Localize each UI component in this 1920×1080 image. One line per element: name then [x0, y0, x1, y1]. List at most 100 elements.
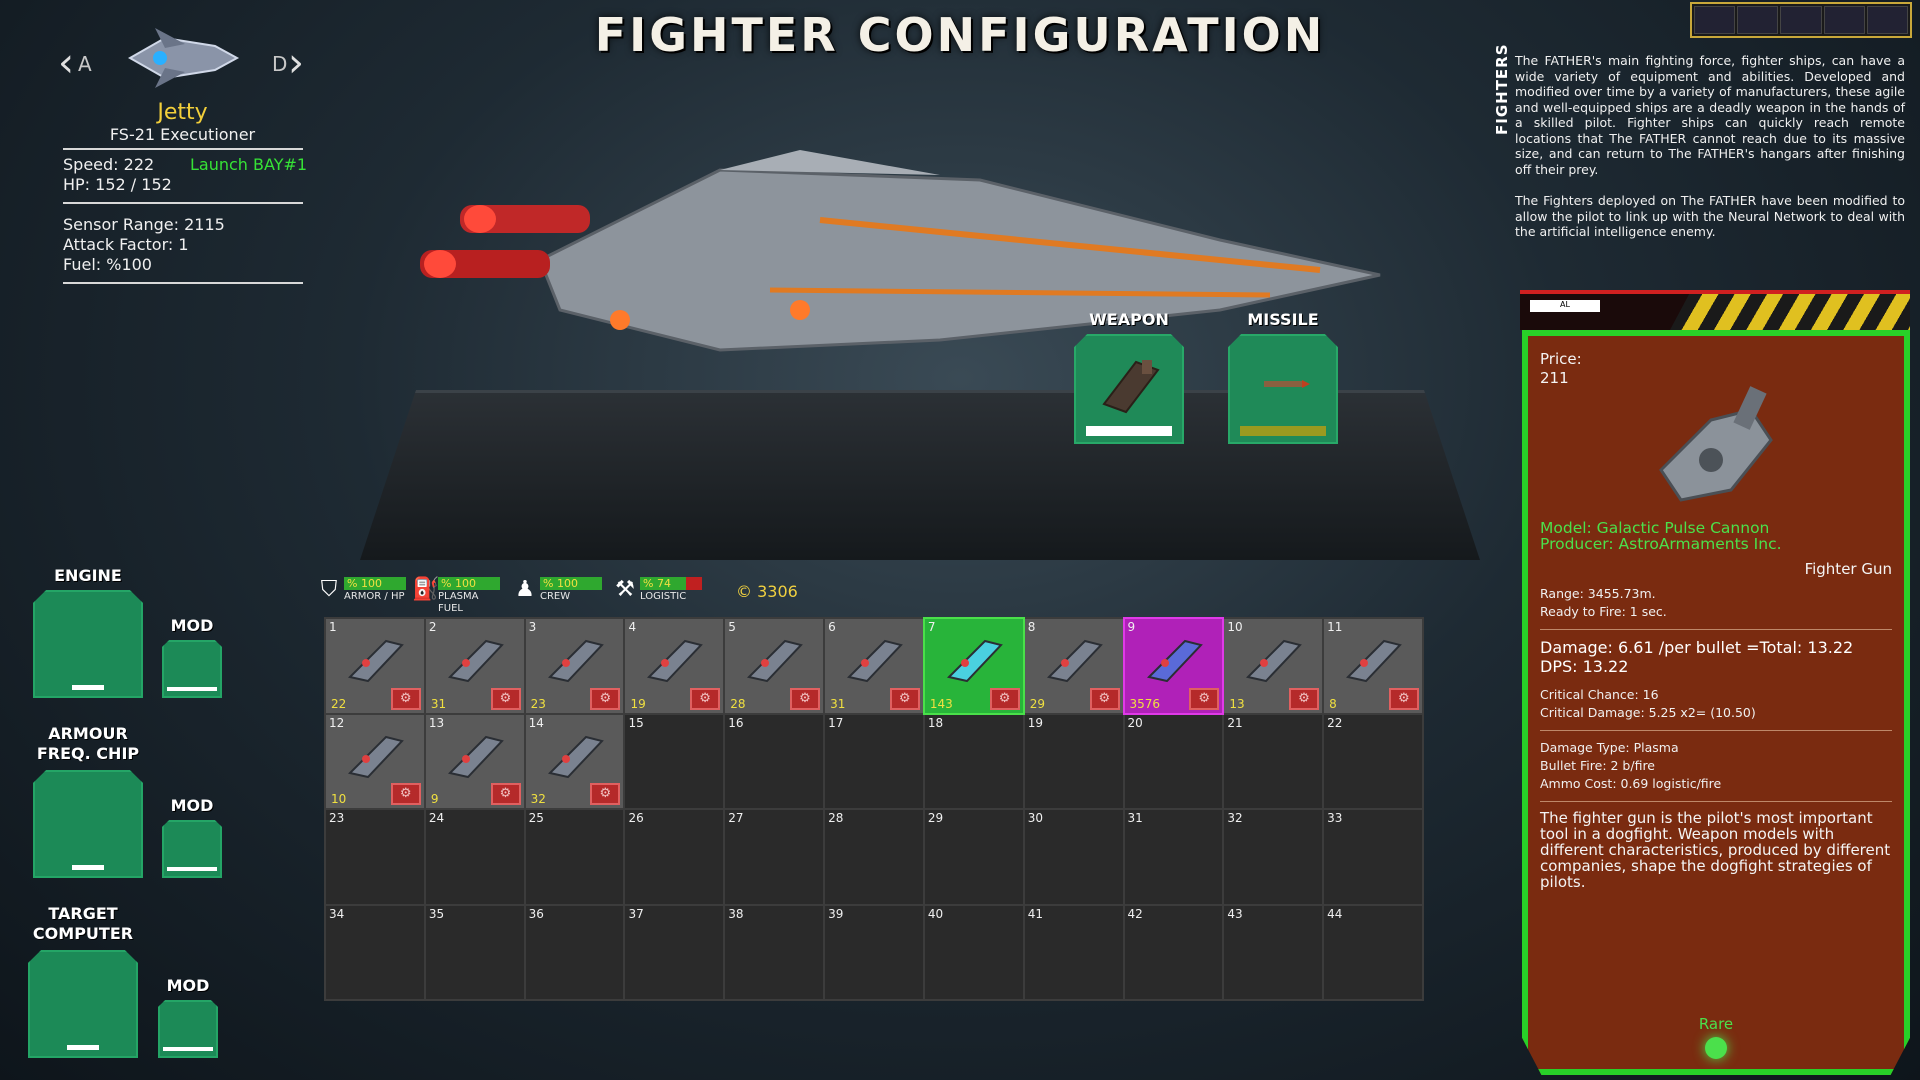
- slot-index: 12: [329, 715, 345, 730]
- next-ship-arrow-icon[interactable]: ›: [288, 40, 304, 86]
- inventory-slot[interactable]: 31: [1124, 810, 1223, 904]
- slot-index: 38: [728, 906, 744, 921]
- slot-quantity: 22: [331, 696, 347, 711]
- gear-badge-icon[interactable]: [490, 783, 521, 805]
- slot-index: 43: [1227, 906, 1243, 921]
- item-damage: Damage: 6.61 /per bullet =Total: 13.22: [1540, 638, 1854, 657]
- gear-badge-icon[interactable]: [1189, 687, 1220, 710]
- inventory-slot[interactable]: 16: [725, 714, 824, 808]
- inventory-slot[interactable]: 17: [825, 714, 923, 808]
- inventory-slot[interactable]: 38: [725, 905, 824, 999]
- logistic-status: ⚒ % 74 LOGISTIC: [614, 577, 702, 603]
- ship-name: Jetty: [157, 100, 208, 125]
- inventory-slot[interactable]: 34: [326, 905, 424, 999]
- inventory-slot[interactable]: 42: [1124, 905, 1223, 999]
- gear-badge-icon[interactable]: [1089, 687, 1120, 710]
- item-category: Fighter Gun: [1804, 560, 1892, 578]
- inventory-slot[interactable]: 21: [1224, 714, 1323, 808]
- item-flavor-text: The fighter gun is the pilot's most impo…: [1540, 809, 1891, 891]
- inventory-slot[interactable]: 22: [1324, 714, 1422, 808]
- weapon-slot[interactable]: [1074, 334, 1184, 444]
- inventory-slot[interactable]: 39: [825, 905, 923, 999]
- inventory-slot[interactable]: 20: [1124, 714, 1223, 808]
- fuel-bar: % 100: [438, 577, 500, 590]
- gear-badge-icon[interactable]: [889, 687, 920, 710]
- inventory-slot[interactable]: 28: [825, 810, 923, 904]
- prev-ship-arrow-icon[interactable]: ‹: [58, 40, 74, 86]
- inventory-slot[interactable]: 18: [924, 714, 1023, 808]
- inventory-slot[interactable]: 6 31: [825, 619, 923, 713]
- slot-index: 20: [1127, 715, 1143, 730]
- inventory-slot[interactable]: 44: [1324, 905, 1422, 999]
- missile-slot-bar: [1240, 426, 1326, 436]
- inventory-slot[interactable]: 23: [326, 810, 424, 904]
- fuel-label: PLASMA FUEL: [438, 591, 479, 614]
- slot-quantity: 23: [530, 696, 546, 711]
- gear-badge-icon[interactable]: [590, 783, 621, 805]
- armour-slot[interactable]: [33, 770, 143, 878]
- gear-badge-icon[interactable]: [490, 687, 521, 710]
- inventory-slot[interactable]: 25: [525, 810, 624, 904]
- inventory-slot[interactable]: 12 10: [326, 714, 424, 808]
- missile-slot[interactable]: [1228, 334, 1338, 444]
- inventory-slot[interactable]: 30: [1024, 810, 1123, 904]
- inventory-slot[interactable]: 7 143: [922, 617, 1025, 715]
- engine-mod-slot[interactable]: [162, 640, 222, 698]
- slot-index: 22: [1327, 715, 1343, 730]
- gear-badge-icon[interactable]: [590, 687, 621, 710]
- separator: [1540, 801, 1892, 802]
- inventory-slot[interactable]: 1 22: [326, 619, 424, 713]
- inventory-slot[interactable]: 43: [1224, 905, 1323, 999]
- slot-quantity: 28: [730, 696, 746, 711]
- inventory-slot[interactable]: 4 19: [625, 619, 724, 713]
- gear-badge-icon[interactable]: [989, 687, 1020, 710]
- slot-index: 35: [428, 906, 445, 921]
- ship-icon[interactable]: [1823, 6, 1865, 34]
- slot-index: 42: [1127, 906, 1143, 921]
- divider: [63, 282, 303, 284]
- gear-badge-icon[interactable]: [790, 687, 821, 710]
- inventory-slot[interactable]: 2 31: [425, 619, 524, 713]
- inventory-slot[interactable]: 15: [625, 714, 724, 808]
- pilot-icon[interactable]: [1694, 6, 1736, 34]
- inventory-slot[interactable]: 9 3576: [1122, 617, 1225, 715]
- ship-thumbnail[interactable]: [125, 18, 240, 98]
- target-computer-slot[interactable]: [28, 950, 138, 1058]
- inventory-slot[interactable]: 33: [1324, 810, 1422, 904]
- inventory-slot[interactable]: 35: [425, 905, 524, 999]
- armour-mod-slot[interactable]: [162, 820, 222, 878]
- gear-badge-icon[interactable]: [390, 687, 421, 710]
- inventory-slot[interactable]: 26: [625, 810, 724, 904]
- inventory-slot[interactable]: 19: [1024, 714, 1123, 808]
- engine-slot[interactable]: [33, 590, 143, 698]
- inventory-slot[interactable]: 11 8: [1324, 619, 1422, 713]
- inventory-slot[interactable]: 40: [924, 905, 1023, 999]
- description-p1: The FATHER's main fighting force, fighte…: [1515, 53, 1905, 177]
- inventory-slot[interactable]: 24: [425, 810, 524, 904]
- slot-index: 37: [628, 906, 644, 921]
- inventory-slot[interactable]: 36: [525, 905, 624, 999]
- gear-badge-icon[interactable]: [1389, 687, 1419, 710]
- monitor-icon[interactable]: [1866, 6, 1909, 34]
- gear-badge-icon[interactable]: [690, 687, 721, 710]
- attack-factor: Attack Factor: 1: [63, 235, 189, 254]
- inventory-slot[interactable]: 37: [625, 905, 724, 999]
- inventory-slot[interactable]: 13 9: [425, 714, 524, 808]
- inventory-slot[interactable]: 41: [1024, 905, 1123, 999]
- slot-index: 18: [927, 715, 944, 730]
- inventory-slot[interactable]: 27: [725, 810, 824, 904]
- inventory-slot[interactable]: 3 23: [525, 619, 624, 713]
- fighter-icon[interactable]: [1737, 6, 1779, 34]
- inventory-slot[interactable]: 14 32: [525, 714, 624, 808]
- inventory-slot[interactable]: 32: [1224, 810, 1323, 904]
- inventory-slot[interactable]: 5 28: [725, 619, 824, 713]
- inventory-slot[interactable]: 8 29: [1024, 619, 1123, 713]
- slot-quantity: 29: [1029, 696, 1045, 711]
- gear-badge-icon[interactable]: [390, 783, 421, 805]
- gear-badge-icon[interactable]: [1289, 687, 1320, 710]
- inventory-slot[interactable]: 10 13: [1224, 619, 1323, 713]
- inventory-slot[interactable]: 29: [924, 810, 1023, 904]
- inventory-grid: 1222313234195286317143829935761013118121…: [324, 617, 1424, 1001]
- portal-icon[interactable]: [1780, 6, 1822, 34]
- target-mod-slot[interactable]: [158, 1000, 218, 1058]
